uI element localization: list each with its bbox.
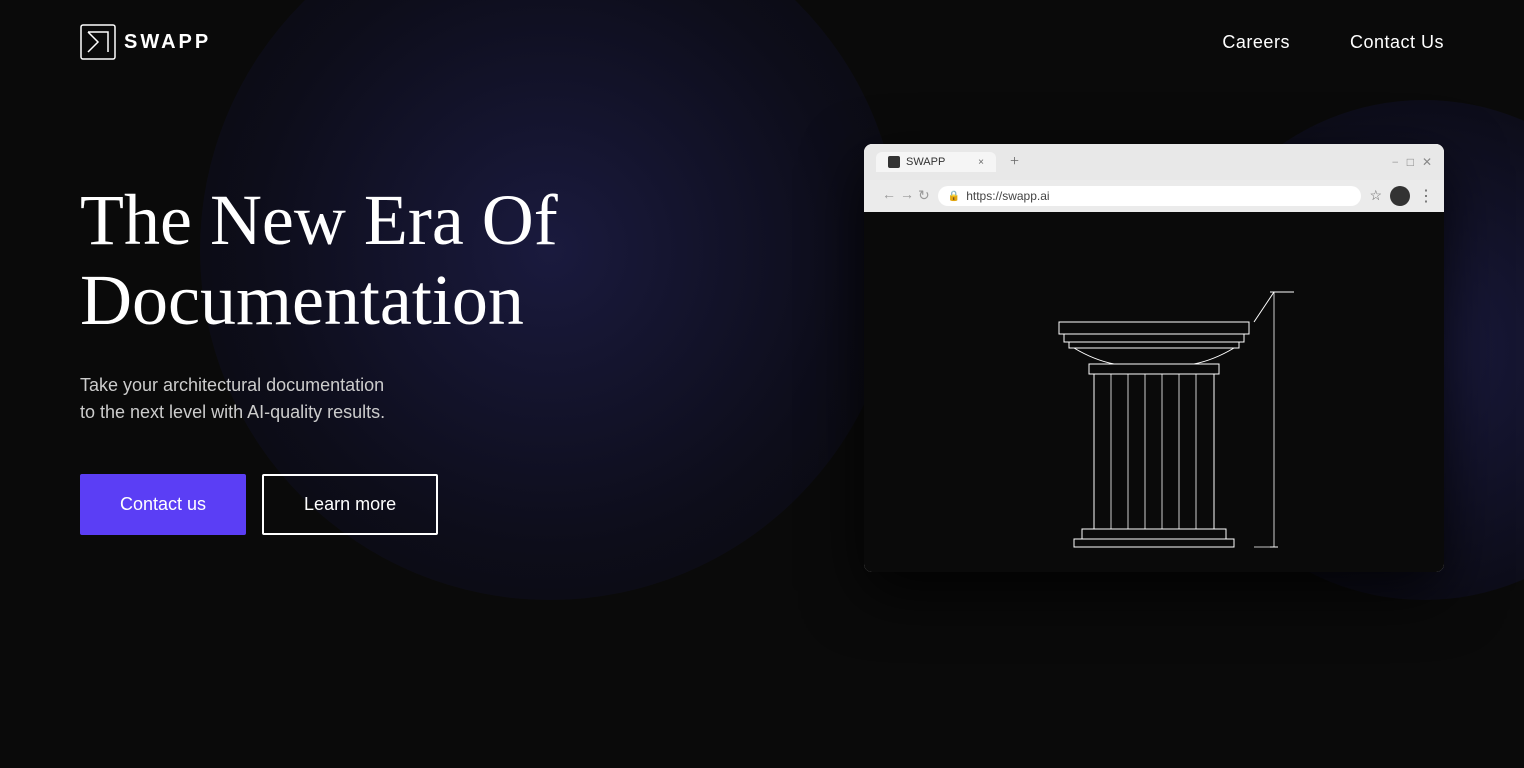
back-button[interactable]: ← [882, 188, 896, 205]
header: SWAPP Careers Contact Us [0, 0, 1524, 84]
learn-more-button[interactable]: Learn more [262, 474, 438, 535]
button-group: Contact us Learn more [80, 474, 558, 535]
browser-content [864, 212, 1444, 572]
column-drawing [864, 212, 1444, 572]
nav-arrows: ← → ↻ [882, 188, 930, 205]
nav-careers[interactable]: Careers [1222, 32, 1290, 53]
browser-mockup: SWAPP × + − □ ✕ ← → ↻ 🔒 https://swapp.ai [864, 144, 1444, 572]
hero-left: The New Era Of Documentation Take your a… [80, 181, 558, 534]
logo[interactable]: SWAPP [80, 24, 211, 60]
contact-us-button[interactable]: Contact us [80, 474, 246, 535]
profile-avatar[interactable] [1390, 186, 1410, 206]
column-svg [864, 212, 1444, 572]
browser-tab[interactable]: SWAPP × [876, 152, 996, 172]
browser-tab-bar: SWAPP × + − □ ✕ [864, 144, 1444, 180]
tab-favicon [888, 156, 900, 168]
new-tab-button[interactable]: + [1004, 153, 1025, 171]
url-text: https://swapp.ai [966, 189, 1049, 203]
nav: Careers Contact Us [1222, 32, 1444, 53]
tab-close-button[interactable]: × [978, 157, 984, 168]
browser-controls: ← → ↻ 🔒 https://swapp.ai ☆ ⋮ [864, 180, 1444, 212]
lock-icon: 🔒 [948, 191, 960, 202]
menu-icon[interactable]: ⋮ [1418, 186, 1434, 206]
logo-icon [80, 24, 116, 60]
address-bar[interactable]: 🔒 https://swapp.ai [938, 186, 1362, 206]
tab-label: SWAPP [906, 156, 945, 168]
main-content: The New Era Of Documentation Take your a… [0, 84, 1524, 572]
nav-contact[interactable]: Contact Us [1350, 32, 1444, 53]
maximize-button[interactable]: □ [1407, 155, 1414, 170]
refresh-button[interactable]: ↻ [918, 188, 930, 205]
logo-text: SWAPP [124, 31, 211, 54]
hero-title: The New Era Of Documentation [80, 181, 558, 339]
forward-button[interactable]: → [900, 188, 914, 205]
close-button[interactable]: ✕ [1422, 155, 1432, 170]
bookmark-icon[interactable]: ☆ [1369, 188, 1382, 205]
minimize-button[interactable]: − [1392, 155, 1399, 170]
browser-actions: ☆ ⋮ [1369, 186, 1434, 206]
hero-subtitle: Take your architectural documentation to… [80, 372, 558, 426]
